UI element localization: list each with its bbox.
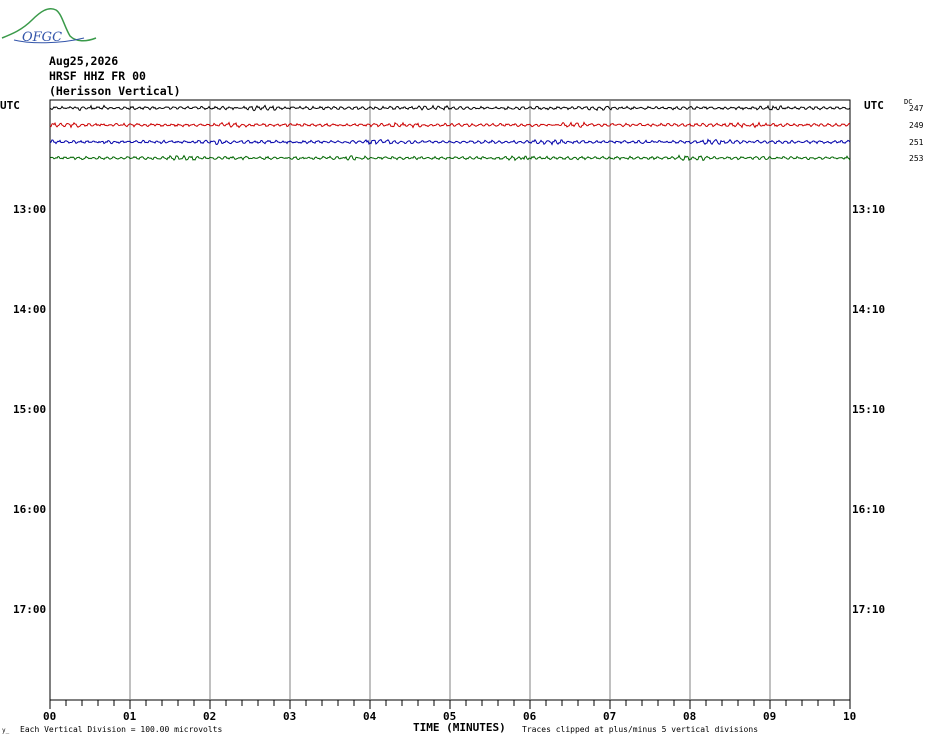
x-tick-label: 04 xyxy=(363,710,377,723)
helicorder-plot xyxy=(49,99,851,709)
footer-mark: y̲ xyxy=(2,727,10,734)
x-tick-label: 09 xyxy=(763,710,777,723)
x-tick-label: 07 xyxy=(603,710,617,723)
vertical-division-note: Each Vertical Division = 100.00 microvol… xyxy=(20,725,223,734)
x-axis-title: TIME (MINUTES) xyxy=(413,721,506,734)
x-tick-label: 03 xyxy=(283,710,297,723)
x-tick-label: 08 xyxy=(683,710,697,723)
x-tick-label: 02 xyxy=(203,710,217,723)
x-tick-label: 01 xyxy=(123,710,137,723)
x-tick-label: 06 xyxy=(523,710,537,723)
clip-note: Traces clipped at plus/minus 5 vertical … xyxy=(522,725,759,734)
x-tick-label: 00 xyxy=(43,710,57,723)
x-tick-label: 10 xyxy=(843,710,857,723)
